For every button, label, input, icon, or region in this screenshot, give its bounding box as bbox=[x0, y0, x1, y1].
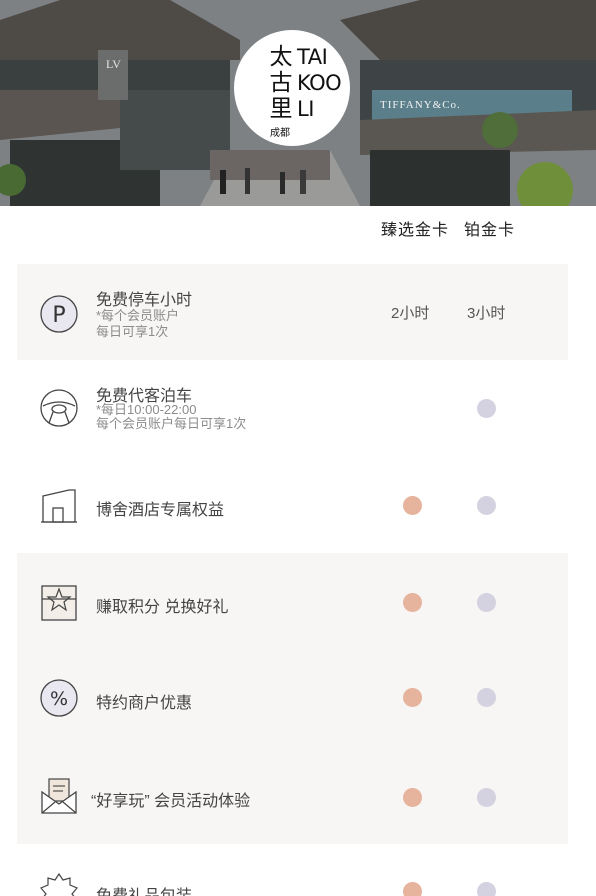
benefit-title: “好享玩” 会员活动体验 bbox=[91, 793, 251, 810]
benefit-note: *每个会员账户 bbox=[96, 308, 180, 323]
benefit-note: 每日可享1次 bbox=[96, 324, 169, 339]
benefit-title: 特约商户优惠 bbox=[96, 695, 193, 712]
gold-included-dot bbox=[403, 788, 422, 807]
benefit-row-hotel: 博舍酒店专属权益 bbox=[17, 456, 568, 552]
gold-included-dot bbox=[403, 593, 422, 612]
steering-wheel-icon bbox=[39, 388, 79, 428]
logo-city: 成都 bbox=[270, 128, 290, 139]
benefit-row-valet: 免费代客泊车 *每日10:00-22:00 每个会员账户每日可享1次 bbox=[17, 360, 568, 456]
hero-banner: LV 太古里 TAI KOO LI 成都 TIFFANY&Co. bbox=[0, 0, 596, 206]
gift-wrap-icon bbox=[39, 872, 79, 896]
benefit-note: 每个会员账户每日可享1次 bbox=[96, 416, 247, 431]
benefit-row-points: 赚取积分 兑换好礼 bbox=[17, 553, 568, 650]
hotel-building-icon bbox=[39, 486, 79, 526]
platinum-included-dot bbox=[477, 882, 496, 896]
logo-chinese: 太古里 bbox=[269, 44, 293, 122]
gift-box-icon bbox=[39, 583, 79, 623]
svg-text:LV: LV bbox=[106, 57, 121, 71]
benefit-title: 免费停车小时 bbox=[96, 292, 193, 309]
svg-text:%: % bbox=[50, 688, 68, 710]
gold-value: 2小时 bbox=[391, 305, 430, 322]
platinum-included-dot bbox=[477, 496, 496, 515]
platinum-value: 3小时 bbox=[467, 305, 506, 322]
benefit-row-parking: P 免费停车小时 *每个会员账户 每日可享1次 2小时 3小时 bbox=[17, 264, 568, 360]
platinum-included-dot bbox=[477, 399, 496, 418]
benefit-row-giftwrap: 免费礼品包装 bbox=[17, 844, 568, 896]
envelope-icon bbox=[39, 776, 79, 816]
gold-included-dot bbox=[403, 882, 422, 896]
store-sign: TIFFANY&Co. bbox=[380, 99, 461, 111]
tier-platinum-header: 铂金卡 bbox=[464, 222, 516, 239]
percent-icon: % bbox=[39, 678, 79, 718]
benefit-title: 博舍酒店专属权益 bbox=[96, 502, 225, 519]
platinum-included-dot bbox=[477, 788, 496, 807]
platinum-included-dot bbox=[477, 688, 496, 707]
logo-english: TAI KOO LI bbox=[297, 45, 342, 121]
benefit-title: 赚取积分 兑换好礼 bbox=[96, 599, 229, 616]
gold-included-dot bbox=[403, 688, 422, 707]
gold-included-dot bbox=[403, 496, 422, 515]
parking-icon: P bbox=[39, 294, 79, 334]
benefit-row-merchants: % 特约商户优惠 bbox=[17, 650, 568, 746]
benefit-row-events: “好享玩” 会员活动体验 bbox=[17, 746, 568, 844]
benefit-title: 免费礼品包装 bbox=[96, 882, 192, 896]
tier-gold-header: 臻选金卡 bbox=[381, 222, 450, 239]
platinum-included-dot bbox=[477, 593, 496, 612]
svg-text:P: P bbox=[52, 303, 65, 328]
